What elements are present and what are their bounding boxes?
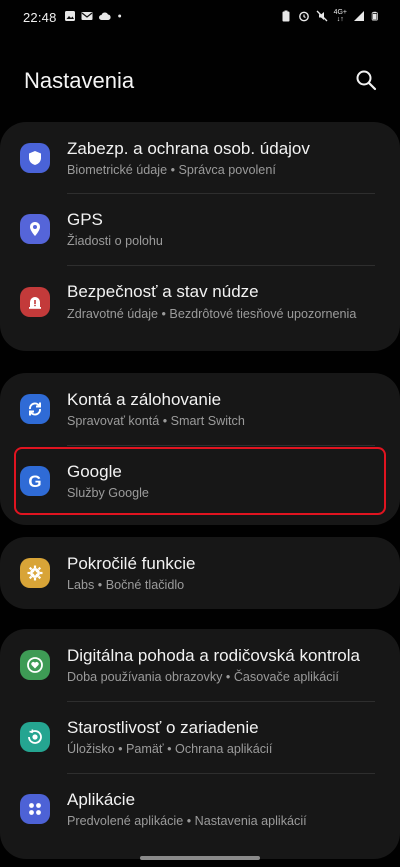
item-subtitle: Spravovať kontá • Smart Switch: [67, 414, 245, 428]
settings-item-digital-wellbeing[interactable]: Digitálna pohoda a rodičovská kontrola D…: [0, 629, 400, 701]
page-title: Nastavenia: [24, 68, 135, 93]
network-type: 4G+: [333, 9, 347, 16]
item-subtitle: Biometrické údaje • Správca povolení: [67, 163, 276, 177]
network-activity: ↓↑: [336, 16, 344, 23]
gallery-icon: [65, 11, 75, 21]
alarm-icon: [298, 11, 309, 22]
settings-item-gps[interactable]: GPS Žiadosti o polohu: [0, 194, 400, 265]
cloud-icon: [99, 12, 111, 20]
status-time: 22:48: [23, 10, 57, 25]
apps-grid-icon: [20, 794, 50, 824]
item-title: Zabezp. a ochrana osob. údajov: [67, 139, 310, 158]
system-icons: 4G+ ↓↑: [280, 9, 380, 23]
item-subtitle: Doba používania obrazovky • Časovače apl…: [67, 670, 339, 684]
location-pin-icon: [20, 214, 50, 244]
network-indicator: 4G+ ↓↑: [334, 9, 347, 23]
header: Nastavenia: [0, 60, 400, 102]
item-title: Pokročilé funkcie: [67, 554, 196, 573]
shield-icon: [20, 143, 50, 173]
battery-icon: [371, 11, 378, 21]
item-subtitle: Predvolené aplikácie • Nastavenia apliká…: [67, 814, 307, 828]
settings-item-accounts-backup[interactable]: Kontá a zálohovanie Spravovať kontá • Sm…: [0, 373, 400, 445]
signal-icon: [354, 11, 364, 21]
mail-icon: [81, 12, 93, 20]
item-title: Bezpečnosť a stav núdze: [67, 282, 259, 301]
emergency-alert-icon: [20, 287, 50, 317]
settings-item-security-privacy[interactable]: Zabezp. a ochrana osob. údajov Biometric…: [0, 122, 400, 194]
status-bar: 22:48 4G+ ↓↑: [0, 0, 400, 36]
item-title: Kontá a zálohovanie: [67, 390, 222, 409]
search-icon[interactable]: [354, 68, 378, 92]
device-care-icon: [20, 722, 50, 752]
settings-item-advanced-features[interactable]: Pokročilé funkcie Labs • Bočné tlačidlo: [0, 537, 400, 609]
item-subtitle: Úložisko • Pamäť • Ochrana aplikácií: [67, 742, 273, 756]
navigation-handle[interactable]: [140, 856, 260, 860]
sync-icon: [20, 394, 50, 424]
settings-item-safety-emergency[interactable]: Bezpečnosť a stav núdze Zdravotné údaje …: [0, 265, 400, 351]
item-title: Aplikácie: [67, 790, 136, 809]
settings-group-device: Digitálna pohoda a rodičovská kontrola D…: [0, 629, 400, 859]
highlight-box: [14, 447, 386, 515]
item-subtitle: Žiadosti o polohu: [67, 234, 163, 248]
mute-icon: [316, 10, 328, 22]
battery-saver-icon: [282, 10, 290, 22]
item-title: Starostlivosť o zariadenie: [67, 718, 259, 737]
settings-item-device-care[interactable]: Starostlivosť o zariadenie Úložisko • Pa…: [0, 701, 400, 773]
notification-icons: [64, 10, 125, 22]
settings-group-advanced: Pokročilé funkcie Labs • Bočné tlačidlo: [0, 537, 400, 609]
item-title: GPS: [67, 210, 103, 229]
settings-item-apps[interactable]: Aplikácie Predvolené aplikácie • Nastave…: [0, 773, 400, 845]
gear-plus-icon: [20, 558, 50, 588]
settings-group-privacy: Zabezp. a ochrana osob. údajov Biometric…: [0, 122, 400, 351]
dot-icon: [118, 14, 122, 18]
item-subtitle: Labs • Bočné tlačidlo: [67, 578, 185, 592]
item-title: Digitálna pohoda a rodičovská kontrola: [67, 646, 360, 665]
heart-circle-icon: [20, 650, 50, 680]
item-subtitle: Zdravotné údaje • Bezdrôtové tiesňové up…: [67, 307, 357, 321]
